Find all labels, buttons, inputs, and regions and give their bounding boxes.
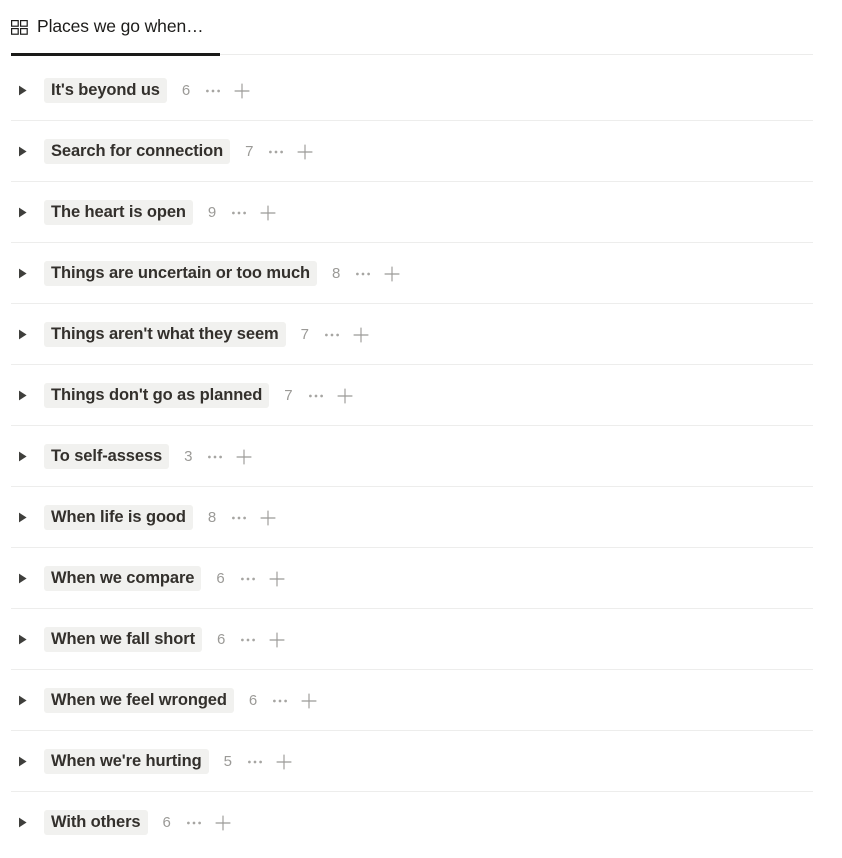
group-row[interactable]: With others 6 <box>0 792 842 853</box>
plus-icon[interactable] <box>350 324 372 346</box>
triangle-right-icon[interactable] <box>14 509 32 527</box>
triangle-right-icon[interactable] <box>14 143 32 161</box>
ellipsis-icon[interactable] <box>266 142 286 162</box>
group-count: 6 <box>181 82 191 99</box>
group-row[interactable]: When we compare 6 <box>0 548 842 609</box>
group-row[interactable]: It's beyond us 6 <box>0 60 842 121</box>
group-title[interactable]: When we're hurting <box>44 748 209 775</box>
group-count: 5 <box>223 753 232 770</box>
plus-icon[interactable] <box>334 385 356 407</box>
group-count: 8 <box>207 509 217 526</box>
group-title[interactable]: Things aren't what they seem <box>44 321 286 348</box>
group-list: It's beyond us 6 Search for connection 7 <box>0 60 842 853</box>
ellipsis-icon[interactable] <box>205 447 225 467</box>
ellipsis-icon[interactable] <box>203 81 223 101</box>
group-count: 7 <box>284 387 293 404</box>
ellipsis-icon[interactable] <box>238 569 258 589</box>
plus-icon[interactable] <box>294 141 316 163</box>
triangle-right-icon[interactable] <box>14 814 32 832</box>
group-title[interactable]: Search for connection <box>44 138 231 165</box>
view-tabbar: Places we go when… <box>0 0 842 60</box>
ellipsis-icon[interactable] <box>322 325 342 345</box>
triangle-right-icon[interactable] <box>14 570 32 588</box>
group-title[interactable]: The heart is open <box>44 199 193 226</box>
group-row[interactable]: When we fall short 6 <box>0 609 842 670</box>
group-title[interactable]: With others <box>44 809 148 836</box>
triangle-right-icon[interactable] <box>14 265 32 283</box>
group-row[interactable]: The heart is open 9 <box>0 182 842 243</box>
grid-gallery-icon <box>11 19 28 35</box>
plus-icon[interactable] <box>266 629 288 651</box>
ellipsis-icon[interactable] <box>245 752 265 772</box>
plus-icon[interactable] <box>257 202 279 224</box>
active-tab-underline <box>11 53 220 56</box>
group-count: 7 <box>245 143 254 160</box>
view-tab-label: Places we go when… <box>37 16 204 37</box>
plus-icon[interactable] <box>212 812 234 834</box>
group-row[interactable]: Things are uncertain or too much 8 <box>0 243 842 304</box>
plus-icon[interactable] <box>233 446 255 468</box>
triangle-right-icon[interactable] <box>14 204 32 222</box>
group-title[interactable]: It's beyond us <box>44 77 167 104</box>
group-title[interactable]: When we compare <box>44 565 202 592</box>
group-row[interactable]: Search for connection 7 <box>0 121 842 182</box>
group-title[interactable]: To self-assess <box>44 443 170 470</box>
group-count: 8 <box>332 265 341 282</box>
plus-icon[interactable] <box>266 568 288 590</box>
plus-icon[interactable] <box>231 80 253 102</box>
group-row[interactable]: Things don't go as planned 7 <box>0 365 842 426</box>
ellipsis-icon[interactable] <box>270 691 290 711</box>
ellipsis-icon[interactable] <box>353 264 373 284</box>
view-tab-places-we-go-when[interactable]: Places we go when… <box>11 0 209 54</box>
triangle-right-icon[interactable] <box>14 631 32 649</box>
group-title[interactable]: Things don't go as planned <box>44 382 270 409</box>
plus-icon[interactable] <box>257 507 279 529</box>
plus-icon[interactable] <box>381 263 403 285</box>
group-count: 7 <box>300 326 309 343</box>
triangle-right-icon[interactable] <box>14 753 32 771</box>
ellipsis-icon[interactable] <box>238 630 258 650</box>
group-title[interactable]: Things are uncertain or too much <box>44 260 317 287</box>
ellipsis-icon[interactable] <box>229 508 249 528</box>
plus-icon[interactable] <box>273 751 295 773</box>
group-row[interactable]: When we're hurting 5 <box>0 731 842 792</box>
triangle-right-icon[interactable] <box>14 692 32 710</box>
group-count: 6 <box>248 692 258 709</box>
database-board-view: Places we go when… It's beyond us 6 Sear… <box>0 0 842 858</box>
plus-icon[interactable] <box>298 690 320 712</box>
group-row[interactable]: Things aren't what they seem 7 <box>0 304 842 365</box>
group-row[interactable]: To self-assess 3 <box>0 426 842 487</box>
group-title[interactable]: When we feel wronged <box>44 687 234 714</box>
group-title[interactable]: When we fall short <box>44 626 202 653</box>
group-count: 9 <box>207 204 217 221</box>
ellipsis-icon[interactable] <box>306 386 326 406</box>
group-count: 3 <box>184 448 193 465</box>
ellipsis-icon[interactable] <box>184 813 204 833</box>
triangle-right-icon[interactable] <box>14 82 32 100</box>
group-title[interactable]: When life is good <box>44 504 193 531</box>
group-row[interactable]: When life is good 8 <box>0 487 842 548</box>
group-row[interactable]: When we feel wronged 6 <box>0 670 842 731</box>
triangle-right-icon[interactable] <box>14 387 32 405</box>
triangle-right-icon[interactable] <box>14 326 32 344</box>
group-count: 6 <box>216 570 225 587</box>
triangle-right-icon[interactable] <box>14 448 32 466</box>
group-count: 6 <box>216 631 226 648</box>
group-count: 6 <box>162 814 171 831</box>
ellipsis-icon[interactable] <box>229 203 249 223</box>
